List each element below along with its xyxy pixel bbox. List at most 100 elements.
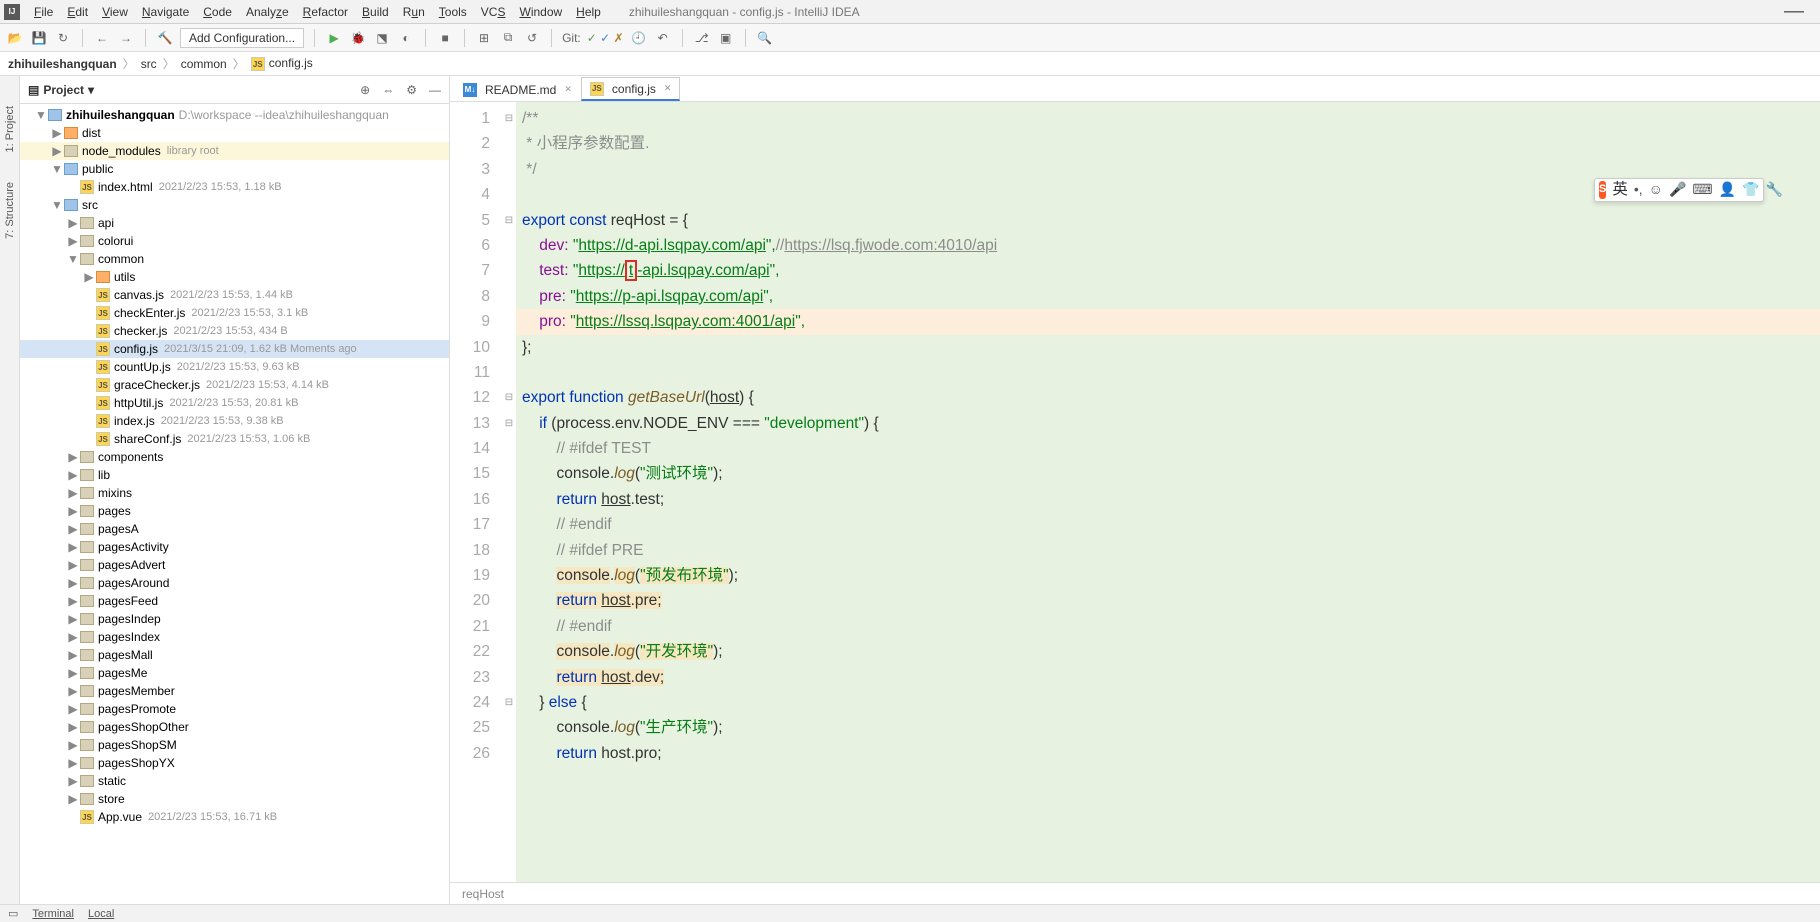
line-number[interactable]: 14 [450, 436, 490, 461]
tb-misc1-icon[interactable]: ⊞ [475, 29, 493, 47]
hide-icon[interactable]: — [429, 83, 441, 97]
chevron-right-icon[interactable]: ▶ [66, 648, 80, 662]
tab-config[interactable]: JSconfig.js✕ [581, 77, 681, 101]
line-number[interactable]: 15 [450, 461, 490, 486]
chevron-right-icon[interactable]: ▶ [66, 540, 80, 554]
line-number[interactable]: 10 [450, 335, 490, 360]
tree-item-mixins[interactable]: ▶mixins [20, 484, 449, 502]
build-icon[interactable]: 🔨 [156, 29, 174, 47]
tree-item-index.js[interactable]: JSindex.js2021/2/23 15:53, 9.38 kB [20, 412, 449, 430]
stripe-structure-tab[interactable]: 7: Structure [4, 182, 16, 239]
tree-item-pagesShopSM[interactable]: ▶pagesShopSM [20, 736, 449, 754]
chevron-right-icon[interactable]: ▶ [66, 630, 80, 644]
stop-icon[interactable]: ■ [436, 29, 454, 47]
ime-mic-icon[interactable]: 🎤 [1669, 177, 1686, 202]
bc-file[interactable]: JSconfig.js [251, 56, 313, 72]
ime-emoji-icon[interactable]: ☺ [1649, 177, 1663, 202]
save-icon[interactable]: 💾 [30, 29, 48, 47]
chevron-right-icon[interactable]: ▶ [66, 666, 80, 680]
menu-navigate[interactable]: Navigate [136, 3, 195, 21]
profile-icon[interactable]: ◐ [397, 29, 415, 47]
search-icon[interactable]: 🔍 [756, 29, 774, 47]
tree-item-config.js[interactable]: JSconfig.js2021/3/15 21:09, 1.62 kB Mome… [20, 340, 449, 358]
code-area[interactable]: 1234567891011121314151617181920212223242… [450, 102, 1820, 882]
tree-item-pagesIndep[interactable]: ▶pagesIndep [20, 610, 449, 628]
tree-item-dist[interactable]: ▶dist [20, 124, 449, 142]
tree-item-pagesActivity[interactable]: ▶pagesActivity [20, 538, 449, 556]
chevron-right-icon[interactable]: ▶ [66, 450, 80, 464]
line-number[interactable]: 12 [450, 385, 490, 410]
menu-vcs[interactable]: VCS [475, 3, 512, 21]
menu-tools[interactable]: Tools [433, 3, 473, 21]
chevron-right-icon[interactable]: ▶ [66, 522, 80, 536]
tree-item-api[interactable]: ▶api [20, 214, 449, 232]
debug-icon[interactable]: 🐞 [349, 29, 367, 47]
ime-skin-icon[interactable]: 👕 [1742, 177, 1759, 202]
project-tree[interactable]: ▼zhihuileshangquanD:\workspace --idea\zh… [20, 104, 449, 904]
ime-toolbar[interactable]: S 英 •, ☺ 🎤 ⌨ 👤 👕 🔧 [1594, 178, 1764, 202]
forward-icon[interactable]: → [117, 29, 135, 47]
chevron-right-icon[interactable]: ▶ [50, 144, 64, 158]
line-gutter[interactable]: 1234567891011121314151617181920212223242… [450, 102, 502, 882]
tree-item-canvas.js[interactable]: JScanvas.js2021/2/23 15:53, 1.44 kB [20, 286, 449, 304]
chevron-right-icon[interactable]: ▶ [66, 738, 80, 752]
chevron-right-icon[interactable]: ▶ [66, 216, 80, 230]
fold-toggle-icon[interactable]: ⊟ [502, 385, 516, 410]
run-icon[interactable]: ▶ [325, 29, 343, 47]
chevron-down-icon[interactable]: ▼ [66, 252, 80, 266]
line-number[interactable]: 5 [450, 208, 490, 233]
line-number[interactable]: 13 [450, 411, 490, 436]
line-number[interactable]: 17 [450, 512, 490, 537]
line-number[interactable]: 19 [450, 563, 490, 588]
tree-item-pagesShopOther[interactable]: ▶pagesShopOther [20, 718, 449, 736]
tree-item-node_modules[interactable]: ▶node_moduleslibrary root [20, 142, 449, 160]
branch-icon[interactable]: ⎇ [693, 29, 711, 47]
chevron-right-icon[interactable]: ▶ [66, 792, 80, 806]
local-tab[interactable]: Local [88, 908, 114, 920]
drawer-icon[interactable]: ▭ [8, 907, 18, 920]
tree-item-checker.js[interactable]: JSchecker.js2021/2/23 15:53, 434 B [20, 322, 449, 340]
layout-icon[interactable]: ▣ [717, 29, 735, 47]
rollback-icon[interactable]: ↶ [654, 29, 672, 47]
tree-item-pagesAround[interactable]: ▶pagesAround [20, 574, 449, 592]
ime-tool-icon[interactable]: 🔧 [1765, 177, 1782, 202]
chevron-right-icon[interactable]: ▶ [66, 612, 80, 626]
chevron-right-icon[interactable]: ▶ [66, 720, 80, 734]
code-content[interactable]: /** * 小程序参数配置. */ export const reqHost =… [516, 102, 1820, 882]
tree-item-pages[interactable]: ▶pages [20, 502, 449, 520]
minimize-button[interactable]: — [1772, 0, 1816, 23]
chevron-right-icon[interactable]: ▶ [66, 234, 80, 248]
chevron-right-icon[interactable]: ▶ [66, 486, 80, 500]
tree-item-index.html[interactable]: JSindex.html2021/2/23 15:53, 1.18 kB [20, 178, 449, 196]
line-number[interactable]: 7 [450, 258, 490, 283]
chevron-right-icon[interactable]: ▶ [66, 576, 80, 590]
bc-src[interactable]: src [141, 57, 157, 71]
tree-item-httpUtil.js[interactable]: JShttpUtil.js2021/2/23 15:53, 20.81 kB [20, 394, 449, 412]
tree-item-src[interactable]: ▼src [20, 196, 449, 214]
bc-root[interactable]: zhihuileshangquan [8, 57, 117, 71]
chevron-right-icon[interactable]: ▶ [66, 594, 80, 608]
menu-view[interactable]: View [96, 3, 134, 21]
terminal-tab[interactable]: Terminal [32, 908, 74, 920]
chevron-right-icon[interactable]: ▶ [66, 558, 80, 572]
tree-item-countUp.js[interactable]: JScountUp.js2021/2/23 15:53, 9.63 kB [20, 358, 449, 376]
sync-icon[interactable]: ↻ [54, 29, 72, 47]
tree-item-colorui[interactable]: ▶colorui [20, 232, 449, 250]
chevron-right-icon[interactable]: ▶ [66, 702, 80, 716]
tree-item-shareConf.js[interactable]: JSshareConf.js2021/2/23 15:53, 1.06 kB [20, 430, 449, 448]
menu-refactor[interactable]: Refactor [297, 3, 354, 21]
chevron-down-icon[interactable]: ▼ [50, 198, 64, 212]
collapse-icon[interactable]: ⇔ [382, 83, 394, 97]
close-icon[interactable]: ✕ [564, 84, 572, 95]
fold-toggle-icon[interactable]: ⊟ [502, 106, 516, 131]
fold-toggle-icon[interactable]: ⊟ [502, 690, 516, 715]
tree-item-zhihuileshangquan[interactable]: ▼zhihuileshangquanD:\workspace --idea\zh… [20, 106, 449, 124]
chevron-down-icon[interactable]: ▼ [34, 108, 48, 122]
chevron-right-icon[interactable]: ▶ [66, 504, 80, 518]
menu-file[interactable]: File [28, 3, 59, 21]
tree-item-public[interactable]: ▼public [20, 160, 449, 178]
line-number[interactable]: 2 [450, 131, 490, 156]
tree-item-static[interactable]: ▶static [20, 772, 449, 790]
line-number[interactable]: 6 [450, 233, 490, 258]
menu-edit[interactable]: Edit [61, 3, 94, 21]
